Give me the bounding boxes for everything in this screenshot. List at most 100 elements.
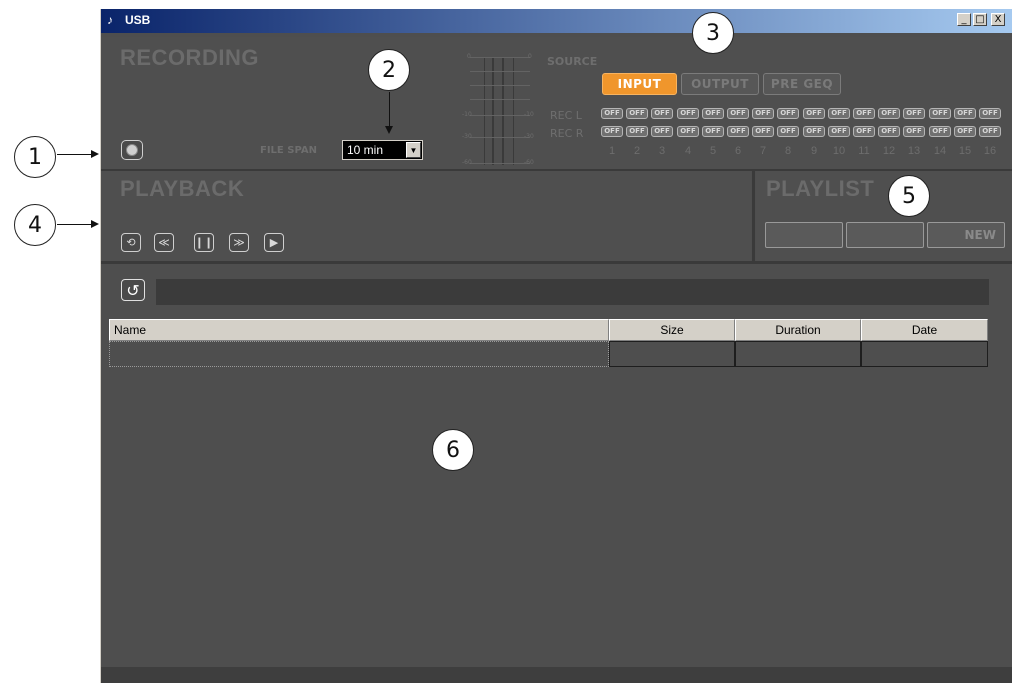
rec-r-channel-14-toggle[interactable]: OFF <box>929 126 951 137</box>
rec-r-channel-11-toggle[interactable]: OFF <box>853 126 875 137</box>
rec-r-channel-5-toggle[interactable]: OFF <box>702 126 724 137</box>
rec-l-channel-5-toggle[interactable]: OFF <box>702 108 724 119</box>
loop-button[interactable]: ⟲ <box>121 233 141 252</box>
playlist-button-1[interactable] <box>765 222 843 248</box>
rec-r-channel-16-toggle[interactable]: OFF <box>979 126 1001 137</box>
play-icon: ▶ <box>269 236 279 249</box>
rec-l-channel-14-toggle[interactable]: OFF <box>929 108 951 119</box>
rec-l-channel-2-toggle[interactable]: OFF <box>626 108 648 119</box>
record-button[interactable] <box>121 140 143 160</box>
rec-l-channel-3-toggle[interactable]: OFF <box>651 108 673 119</box>
rec-r-channel-15-toggle[interactable]: OFF <box>954 126 976 137</box>
channel-number: 1 <box>608 145 616 157</box>
rec-r-label: REC R <box>550 127 584 140</box>
callout-2-arrow <box>384 92 393 134</box>
channel-number: 7 <box>759 145 767 157</box>
meter-scale-10-left: -10 <box>462 111 472 118</box>
callout-1-arrow <box>57 149 99 158</box>
usb-window: ♪ USB _ □ X RECORDING FILE SPAN 10 min ▼… <box>100 9 1012 683</box>
channel-number: 11 <box>858 145 870 157</box>
callout-1: 1 <box>14 136 56 178</box>
playlist-button-2[interactable] <box>846 222 924 248</box>
meter-scale-10-right: -10 <box>524 111 534 118</box>
maximize-button[interactable]: □ <box>973 13 987 26</box>
close-button[interactable]: X <box>991 13 1005 26</box>
title-bar[interactable]: ♪ USB _ □ X <box>101 9 1012 33</box>
source-output-button[interactable]: OUTPUT <box>681 73 759 95</box>
pause-button[interactable]: ❙❙ <box>194 233 214 252</box>
table-cell-name <box>109 341 609 367</box>
rec-l-channel-1-toggle[interactable]: OFF <box>601 108 623 119</box>
rec-l-channel-12-toggle[interactable]: OFF <box>878 108 900 119</box>
rec-l-channel-16-toggle[interactable]: OFF <box>979 108 1001 119</box>
source-pre-geq-button[interactable]: PRE GEQ <box>763 73 841 95</box>
rec-l-channel-15-toggle[interactable]: OFF <box>954 108 976 119</box>
play-button[interactable]: ▶ <box>264 233 284 252</box>
channel-number: 14 <box>933 145 947 157</box>
table-cell-duration <box>735 341 861 367</box>
meter-scale-30-left: -30 <box>462 133 472 140</box>
rec-l-channel-11-toggle[interactable]: OFF <box>853 108 875 119</box>
column-header-name[interactable]: Name <box>109 319 609 341</box>
channel-number: 8 <box>784 145 792 157</box>
table-cell-date <box>861 341 988 367</box>
callout-4: 4 <box>14 204 56 246</box>
playlist-divider <box>752 171 755 261</box>
playlist-new-button[interactable]: NEW <box>927 222 1005 248</box>
window-title: USB <box>125 13 151 27</box>
rec-l-channel-13-toggle[interactable]: OFF <box>903 108 925 119</box>
table-cell-size <box>609 341 735 367</box>
rec-r-channel-9-toggle[interactable]: OFF <box>803 126 825 137</box>
record-icon <box>126 144 138 156</box>
minimize-button[interactable]: _ <box>957 13 971 26</box>
channel-number: 12 <box>882 145 896 157</box>
rec-r-channel-2-toggle[interactable]: OFF <box>626 126 648 137</box>
pause-icon: ❙❙ <box>194 236 214 249</box>
meter-scale-60-left: -60 <box>462 159 472 166</box>
fast-forward-icon: ≫ <box>233 236 245 249</box>
level-meter: 0 0 -10 -10 -30 -30 -60 -60 <box>462 51 537 171</box>
column-header-size[interactable]: Size <box>609 319 735 341</box>
status-bar <box>101 667 1012 683</box>
channel-number: 15 <box>958 145 972 157</box>
meter-scale-0-right: 0 <box>528 53 532 60</box>
rec-l-channel-6-toggle[interactable]: OFF <box>727 108 749 119</box>
fast-forward-button[interactable]: ≫ <box>229 233 249 252</box>
close-icon: X <box>994 14 1002 25</box>
rec-r-channel-12-toggle[interactable]: OFF <box>878 126 900 137</box>
playback-title: PLAYBACK <box>120 176 245 201</box>
channel-number: 6 <box>734 145 742 157</box>
channel-number: 9 <box>810 145 818 157</box>
rec-l-channel-4-toggle[interactable]: OFF <box>677 108 699 119</box>
rec-r-channel-10-toggle[interactable]: OFF <box>828 126 850 137</box>
rec-l-channel-8-toggle[interactable]: OFF <box>777 108 799 119</box>
chevron-down-icon[interactable]: ▼ <box>406 142 421 158</box>
column-header-duration[interactable]: Duration <box>735 319 861 341</box>
rec-l-channel-7-toggle[interactable]: OFF <box>752 108 774 119</box>
channel-number: 3 <box>658 145 666 157</box>
recording-title: RECORDING <box>120 45 259 70</box>
source-input-button[interactable]: INPUT <box>602 73 677 95</box>
meter-scale-0-left: 0 <box>467 53 471 60</box>
refresh-icon: ↺ <box>126 280 140 300</box>
rewind-button[interactable]: ≪ <box>154 233 174 252</box>
file-span-select[interactable]: 10 min ▼ <box>342 140 423 160</box>
refresh-button[interactable]: ↺ <box>121 279 145 301</box>
rec-l-channel-10-toggle[interactable]: OFF <box>828 108 850 119</box>
meter-scale-30-right: -30 <box>524 133 534 140</box>
rec-r-channel-3-toggle[interactable]: OFF <box>651 126 673 137</box>
callout-5: 5 <box>888 175 930 217</box>
rewind-icon: ≪ <box>158 236 170 249</box>
rec-r-channel-1-toggle[interactable]: OFF <box>601 126 623 137</box>
minimize-icon: _ <box>961 14 967 25</box>
rec-r-channel-8-toggle[interactable]: OFF <box>777 126 799 137</box>
rec-l-channel-9-toggle[interactable]: OFF <box>803 108 825 119</box>
rec-r-channel-4-toggle[interactable]: OFF <box>677 126 699 137</box>
rec-r-channel-13-toggle[interactable]: OFF <box>903 126 925 137</box>
callout-4-arrow <box>57 219 99 228</box>
column-header-date[interactable]: Date <box>861 319 988 341</box>
rec-r-channel-7-toggle[interactable]: OFF <box>752 126 774 137</box>
path-field[interactable] <box>156 279 989 305</box>
rec-r-channel-6-toggle[interactable]: OFF <box>727 126 749 137</box>
channel-number: 5 <box>709 145 717 157</box>
